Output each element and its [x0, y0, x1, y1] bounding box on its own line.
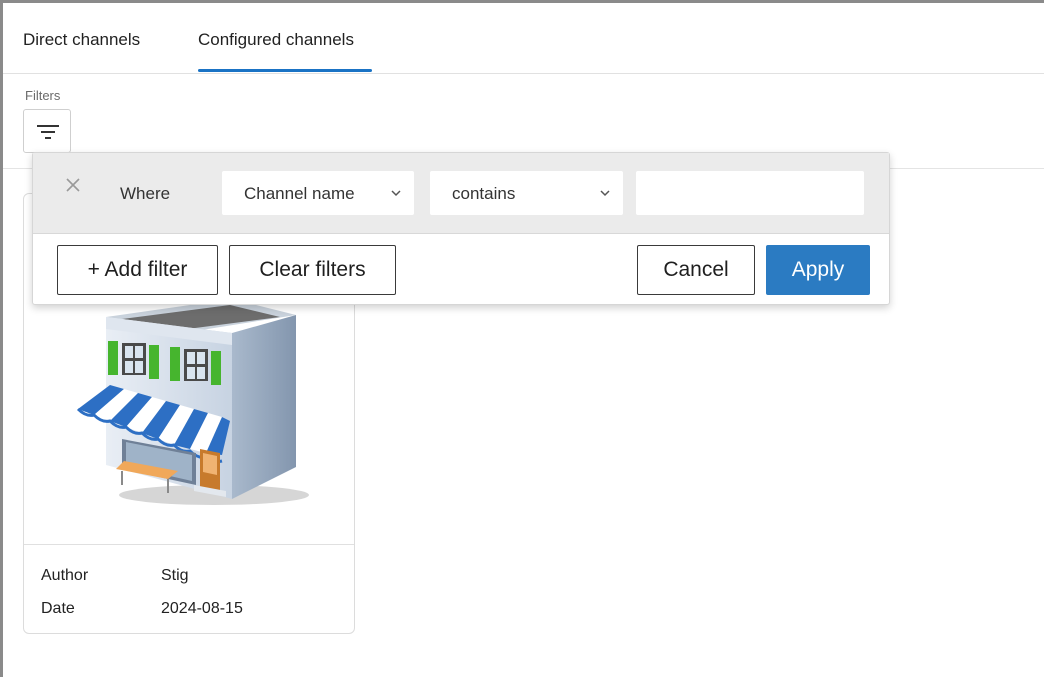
chevron-down-icon	[600, 190, 610, 197]
filter-popover: Where Channel name contains + Add filter…	[32, 152, 890, 305]
filters-label: Filters	[25, 88, 61, 103]
tab-direct-channels[interactable]: Direct channels	[23, 30, 140, 50]
filter-row: Where Channel name contains	[33, 153, 889, 234]
date-value: 2024-08-15	[161, 600, 243, 617]
active-tab-indicator	[198, 69, 372, 72]
filter-field-value: Channel name	[244, 184, 355, 203]
author-label: Author	[41, 567, 89, 584]
tab-bar: Direct channels Configured channels	[3, 3, 1044, 74]
chevron-down-icon	[391, 190, 401, 197]
card-divider	[24, 544, 354, 545]
clear-filters-button[interactable]: Clear filters	[229, 245, 396, 295]
app-frame: Direct channels Configured channels Filt…	[0, 0, 1044, 677]
apply-button[interactable]: Apply	[766, 245, 870, 295]
author-value: Stig	[161, 567, 189, 584]
filter-operator-value: contains	[452, 184, 516, 203]
add-filter-button[interactable]: + Add filter	[57, 245, 218, 295]
close-icon[interactable]	[63, 175, 83, 195]
filter-icon	[37, 125, 59, 139]
filter-field-select[interactable]: Channel name	[222, 171, 414, 215]
storefront-icon	[64, 289, 314, 519]
filter-operator-select[interactable]: contains	[430, 171, 623, 215]
date-label: Date	[41, 600, 75, 617]
filter-value-input[interactable]	[636, 171, 864, 215]
where-label: Where	[120, 184, 171, 203]
filter-toggle-button[interactable]	[23, 109, 71, 153]
tab-configured-channels[interactable]: Configured channels	[198, 30, 354, 50]
cancel-button[interactable]: Cancel	[637, 245, 755, 295]
